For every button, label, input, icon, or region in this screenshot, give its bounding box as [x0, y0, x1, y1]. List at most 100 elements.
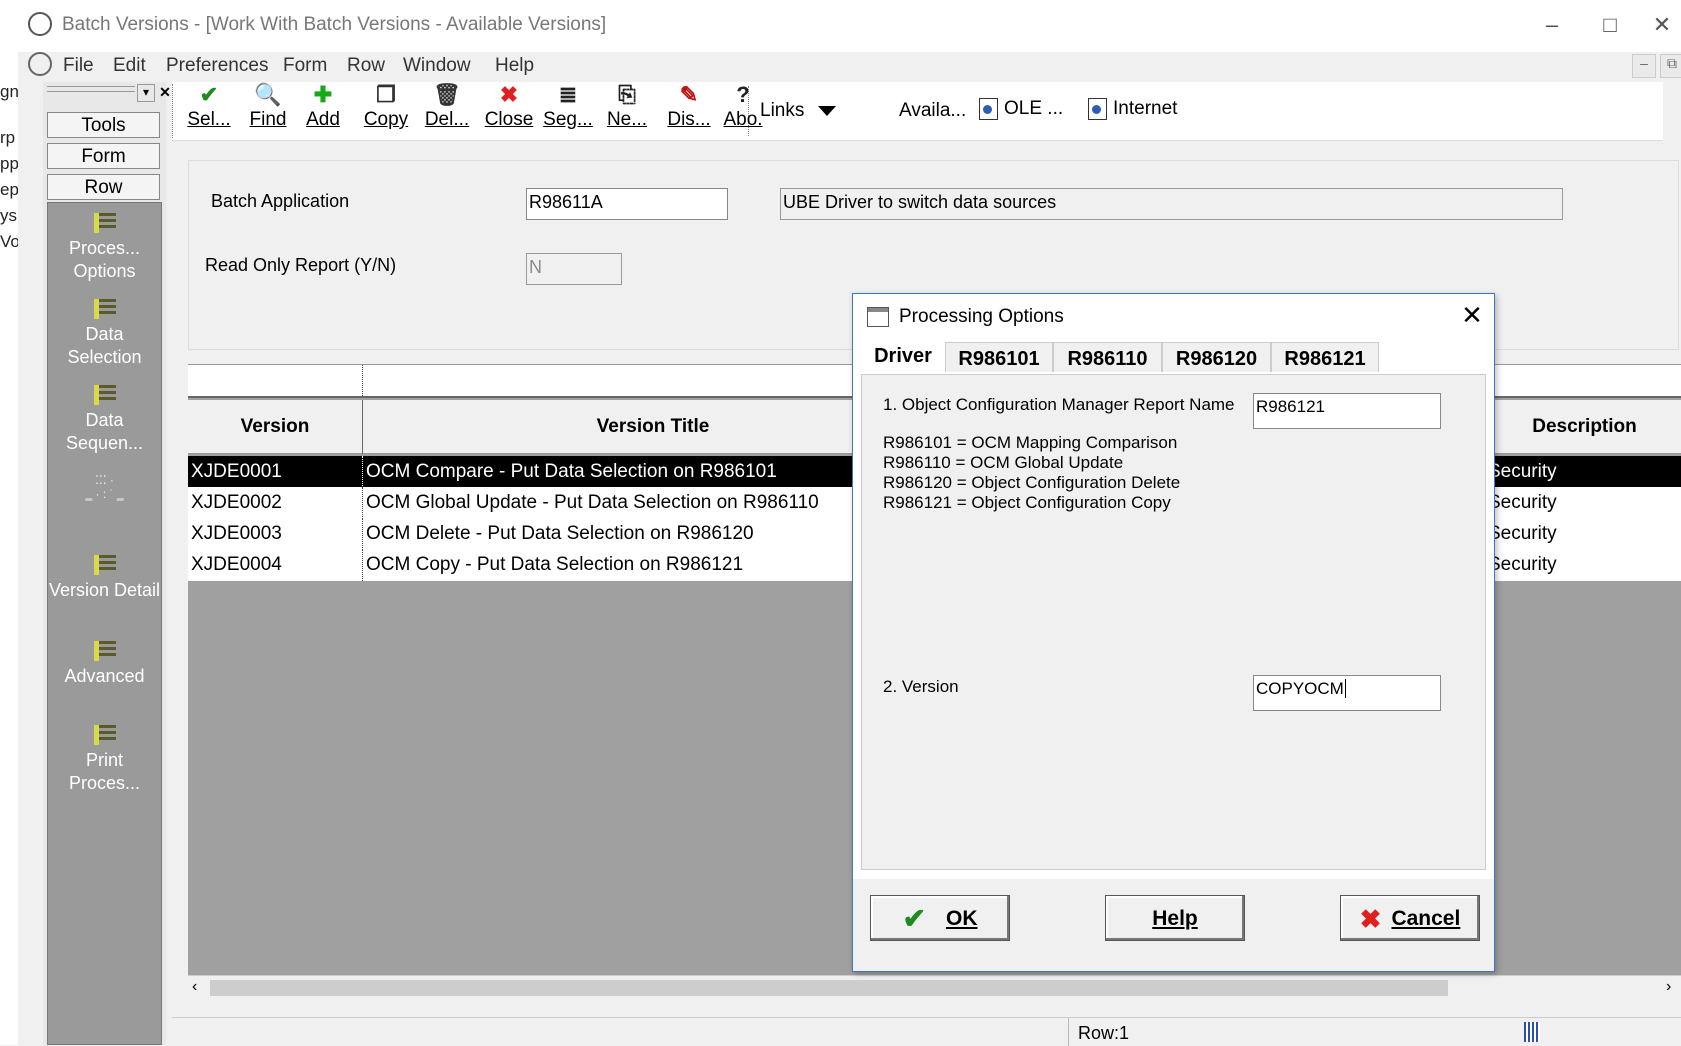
tab-r986110[interactable]: R986110 [1053, 342, 1162, 372]
network-status-icon [1524, 1022, 1540, 1042]
ole-link[interactable]: OLE ... [979, 98, 1063, 120]
toolbar-button-del[interactable]: 🗑 Del... [422, 82, 472, 140]
dialog-close-icon[interactable]: ✕ [1457, 300, 1487, 330]
exit-icon [93, 641, 116, 661]
background-text: pp [0, 154, 18, 173]
exit-data-sequencing[interactable]: Data Sequen... [48, 385, 161, 455]
exit-data-selection[interactable]: Data Selection [48, 299, 161, 369]
toolbar-button-abo[interactable]: ? Abo. [720, 82, 766, 140]
batch-application-description: UBE Driver to switch data sources [780, 188, 1563, 220]
panel-dropdown-icon[interactable]: ▾ [137, 84, 155, 102]
toolbar-grip[interactable] [172, 84, 176, 138]
dialog-title: Processing Options [899, 306, 1064, 327]
checkmark-icon: ✔ [902, 903, 926, 935]
toolbar-button-label: Abo. [723, 109, 763, 130]
menu-row[interactable]: Row [347, 55, 385, 77]
exit-icon [93, 385, 116, 405]
exit-processing-options[interactable]: Proces... Options [48, 213, 161, 283]
toolbar-button-copy[interactable]: ❐ Copy [360, 82, 412, 140]
panel-close-icon[interactable]: ✕ [157, 84, 173, 100]
separator-icon: ⁚⁚⁚ · ‗ · : ˙ ‗ [85, 473, 124, 501]
tab-r986121[interactable]: R986121 [1271, 342, 1379, 372]
form-tab[interactable]: Form [47, 143, 160, 169]
version-field[interactable]: COPYOCM [1253, 675, 1441, 711]
checkmark-icon: ✔ [199, 82, 219, 107]
cell-version: XJDE0001 [191, 461, 282, 482]
exit-icon [93, 213, 116, 233]
horizontal-scrollbar[interactable]: ‹ › [188, 975, 1681, 1000]
internet-link[interactable]: Internet [1088, 98, 1177, 120]
add-icon: ✚ [313, 82, 333, 107]
option1-help-line: R986101 = OCM Mapping Comparison [883, 433, 1178, 452]
cell-description: Security [1488, 554, 1557, 575]
toolbar-button-label: Close [484, 109, 534, 130]
document-globe-icon [979, 98, 998, 120]
toolbar-button-add[interactable]: ✚ Add [300, 82, 346, 140]
batch-application-field[interactable]: R98611A [526, 188, 728, 220]
report-name-field[interactable]: R986121 [1253, 393, 1441, 429]
find-icon: 🔍 [254, 82, 282, 107]
exit-version-detail[interactable]: Version Detail [48, 555, 161, 602]
tab-driver[interactable]: Driver [861, 340, 945, 372]
background-text: ep [0, 180, 18, 199]
background-text: Vo [0, 232, 18, 251]
status-bar: Row:1 [172, 1017, 1681, 1046]
driver-tab-panel: 1. Object Configuration Manager Report N… [861, 374, 1486, 870]
close-window-button[interactable]: ✕ [1644, 8, 1680, 42]
toolbar-button-sel[interactable]: ✔ Sel... [184, 82, 234, 140]
scroll-right-icon[interactable]: › [1666, 978, 1671, 996]
tab-r986101[interactable]: R986101 [945, 342, 1053, 372]
display-icon: ✎ [679, 82, 699, 107]
menu-edit[interactable]: Edit [113, 55, 146, 77]
menu-help[interactable]: Help [495, 55, 534, 77]
toolbar-button-label: Dis... [667, 109, 711, 130]
processing-options-dialog: Processing Options ✕ Driver R986101 R986… [852, 293, 1495, 972]
mdi-restore-button[interactable]: ⧉ [1660, 54, 1681, 78]
available-link[interactable]: Availa... [899, 100, 966, 122]
toolbar-button-label: Sel... [187, 109, 231, 130]
cancel-button[interactable]: ✖ Cancel [1340, 895, 1480, 941]
system-menu-icon[interactable] [28, 52, 52, 76]
minimize-button[interactable]: – [1532, 8, 1572, 42]
tab-r986120[interactable]: R986120 [1162, 342, 1271, 372]
option1-help-line: R986121 = Object Configuration Copy [883, 493, 1171, 512]
toolbar-button-find[interactable]: 🔍 Find [244, 82, 292, 140]
row-tab[interactable]: Row [47, 174, 160, 200]
toolbar-button-label: Find [249, 109, 287, 130]
toolbar-button-dis[interactable]: ✎ Dis... [662, 82, 716, 140]
column-divider [362, 487, 364, 519]
toolbar-button-label: Ne... [606, 109, 648, 130]
toolbar-button-label: Add [306, 109, 340, 130]
background-text: ys [0, 206, 17, 225]
exit-icon [93, 555, 116, 575]
text-cursor [1344, 679, 1346, 698]
menu-form[interactable]: Form [283, 55, 327, 77]
background-text: rp [0, 128, 16, 147]
menu-file[interactable]: File [63, 55, 94, 77]
tools-tab[interactable]: Tools [47, 112, 160, 138]
menu-window[interactable]: Window [403, 55, 471, 77]
help-button[interactable]: Help [1105, 895, 1245, 941]
column-header-description[interactable]: Description [1488, 400, 1681, 454]
dialog-tabs: Driver R986101 R986110 R986120 R986121 [861, 340, 1486, 372]
mdi-minimize-button[interactable]: – [1632, 54, 1656, 78]
row-indicator: Row:1 [1078, 1023, 1130, 1043]
scroll-left-icon[interactable]: ‹ [192, 978, 197, 996]
column-header-version[interactable]: Version [188, 400, 362, 454]
about-icon: ? [736, 82, 750, 107]
toolbar-button-close[interactable]: ✖ Close [480, 82, 538, 140]
scroll-thumb[interactable] [210, 980, 1448, 996]
cell-description: Security [1488, 461, 1557, 482]
links-dropdown[interactable]: Links [760, 100, 836, 122]
menu-preferences[interactable]: Preferences [166, 55, 268, 77]
copy-icon: ❐ [376, 82, 396, 107]
column-divider [362, 518, 364, 550]
ok-button[interactable]: ✔ OK [870, 895, 1010, 941]
exit-print-processing[interactable]: Print Proces... [48, 725, 161, 795]
panel-grip[interactable] [47, 86, 135, 92]
background-window-strip: gn rp pp ep ys Vo [0, 0, 19, 1045]
toolbar-button-seg[interactable]: ≣ Seg... [542, 82, 594, 140]
maximize-button[interactable]: □ [1590, 8, 1630, 42]
toolbar-button-ne[interactable]: ⎘ Ne... [602, 82, 652, 140]
exit-advanced[interactable]: Advanced [48, 641, 161, 688]
